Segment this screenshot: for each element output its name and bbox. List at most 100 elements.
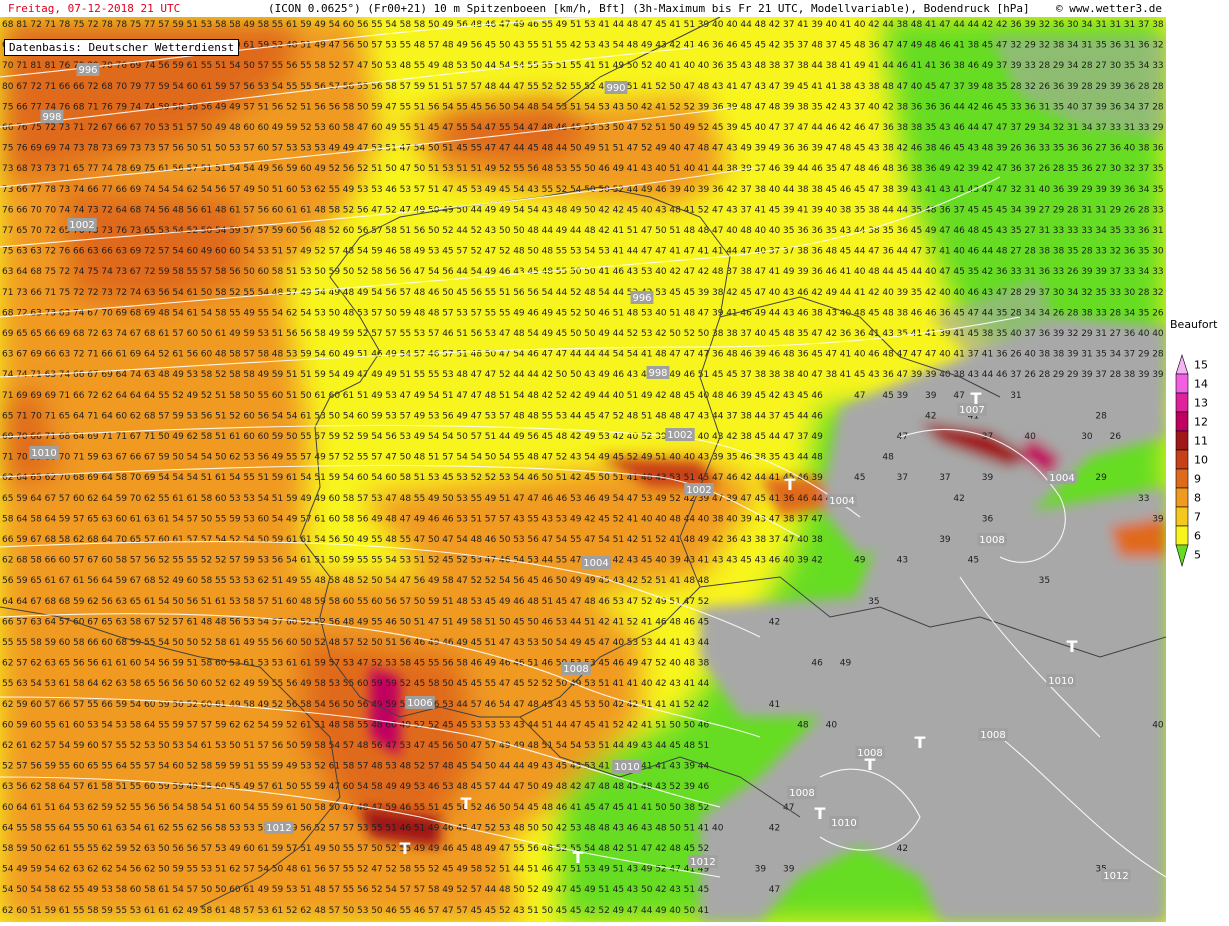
gust-value: 38 <box>811 308 823 318</box>
gust-value: 45 <box>797 82 808 92</box>
gust-value: 59 <box>229 762 241 772</box>
isobar-label: 1010 <box>1048 676 1073 687</box>
gust-value: 39 <box>911 370 923 380</box>
gust-value: 57 <box>343 61 354 71</box>
gust-value: 43 <box>613 102 624 112</box>
gust-value: 38 <box>840 82 852 92</box>
gust-value: 71 <box>101 432 112 442</box>
gust-value: 51 <box>414 102 425 112</box>
gust-value: 50 <box>485 762 497 772</box>
gust-value: 43 <box>783 391 794 401</box>
gust-value: 53 <box>215 741 226 751</box>
gust-value: 73 <box>101 288 112 298</box>
gust-value: 48 <box>542 144 554 154</box>
isobar-label: 1004 <box>829 496 854 507</box>
gust-value: 52 <box>527 679 538 689</box>
gust-value: 58 <box>172 102 184 112</box>
gust-value: 37 <box>939 473 950 483</box>
gust-value: 47 <box>570 597 581 607</box>
gust-value: 57 <box>499 514 510 524</box>
gust-value: 51 <box>286 267 297 277</box>
gust-value: 55 <box>158 720 169 730</box>
gust-value: 57 <box>471 885 482 895</box>
gust-value: 55 <box>73 906 84 916</box>
gust-value: 63 <box>30 247 41 257</box>
gust-value: 55 <box>215 514 226 524</box>
gust-value: 53 <box>229 823 240 833</box>
gust-value: 42 <box>925 288 936 298</box>
gust-value: 40 <box>755 226 767 236</box>
gust-value: 53 <box>428 247 439 257</box>
gust-value: 41 <box>698 823 709 833</box>
gust-value: 45 <box>627 205 638 215</box>
gust-value: 55 <box>2 638 13 648</box>
gust-value: 52 <box>641 144 652 154</box>
gust-value: 74 <box>101 267 113 277</box>
gust-value: 38 <box>868 82 880 92</box>
gust-value: 55 <box>215 576 226 586</box>
gust-value: 49 <box>840 659 852 669</box>
gust-value: 50 <box>371 61 383 71</box>
gust-value: 58 <box>130 679 142 689</box>
gust-value: 53 <box>357 823 368 833</box>
gust-value: 71 <box>73 123 84 133</box>
gust-value: 51 <box>30 906 41 916</box>
gust-value: 47 <box>897 432 908 442</box>
gust-value: 69 <box>116 308 128 318</box>
gust-value: 38 <box>1053 41 1065 51</box>
gust-value: 56 <box>471 288 483 298</box>
gust-value: 47 <box>471 370 482 380</box>
gust-value: 40 <box>755 123 767 133</box>
gust-value: 51 <box>414 473 425 483</box>
gust-value: 54 <box>357 782 369 792</box>
gust-value: 45 <box>527 803 538 813</box>
gust-value: 59 <box>215 762 227 772</box>
gust-value: 50 <box>570 144 582 154</box>
gust-value: 53 <box>385 659 396 669</box>
gust-value: 69 <box>144 308 156 318</box>
gust-value: 38 <box>783 370 795 380</box>
gust-value: 52 <box>158 576 169 586</box>
gust-value: 45 <box>769 329 780 339</box>
gust-value: 75 <box>45 267 56 277</box>
gust-value: 51 <box>272 597 283 607</box>
gust-value: 38 <box>684 803 696 813</box>
gust-value: 29 <box>1024 123 1036 133</box>
gust-value: 26 <box>1124 205 1136 215</box>
gust-value: 42 <box>613 205 624 215</box>
gust-value: 57 <box>371 41 382 51</box>
gust-value: 49 <box>229 102 241 112</box>
gust-value: 27 <box>1024 226 1035 236</box>
gust-value: 39 <box>783 102 795 112</box>
gust-value: 55 <box>201 782 212 792</box>
gust-value: 60 <box>243 411 255 421</box>
gust-value: 44 <box>613 288 625 298</box>
gust-value: 41 <box>669 247 680 257</box>
gust-value: 45 <box>584 411 595 421</box>
gust-value: 55 <box>414 370 425 380</box>
gust-value: 44 <box>811 61 823 71</box>
gust-value: 53 <box>357 308 368 318</box>
gust-value: 46 <box>385 185 397 195</box>
gust-value: 62 <box>2 659 13 669</box>
gust-value: 50 <box>428 226 440 236</box>
gust-value: 57 <box>187 123 198 133</box>
gust-value: 52 <box>371 885 382 895</box>
gust-value: 34 <box>1095 226 1107 236</box>
gust-value: 28 <box>1010 82 1022 92</box>
gust-value: 56 <box>400 267 412 277</box>
gust-value: 61 <box>286 205 297 215</box>
gust-value: 43 <box>868 370 879 380</box>
gust-value: 51 <box>201 144 212 154</box>
gust-value: 48 <box>641 473 653 483</box>
gust-value: 67 <box>30 535 41 545</box>
gust-value: 47 <box>897 82 908 92</box>
gust-value: 34 <box>1138 267 1150 277</box>
gust-value: 50 <box>698 329 710 339</box>
gust-value: 59 <box>272 473 284 483</box>
gust-value: 71 <box>59 391 70 401</box>
gust-value: 45 <box>485 906 496 916</box>
gust-value: 48 <box>542 164 554 174</box>
gust-value: 51 <box>627 82 638 92</box>
gust-value: 29 <box>1081 329 1093 339</box>
